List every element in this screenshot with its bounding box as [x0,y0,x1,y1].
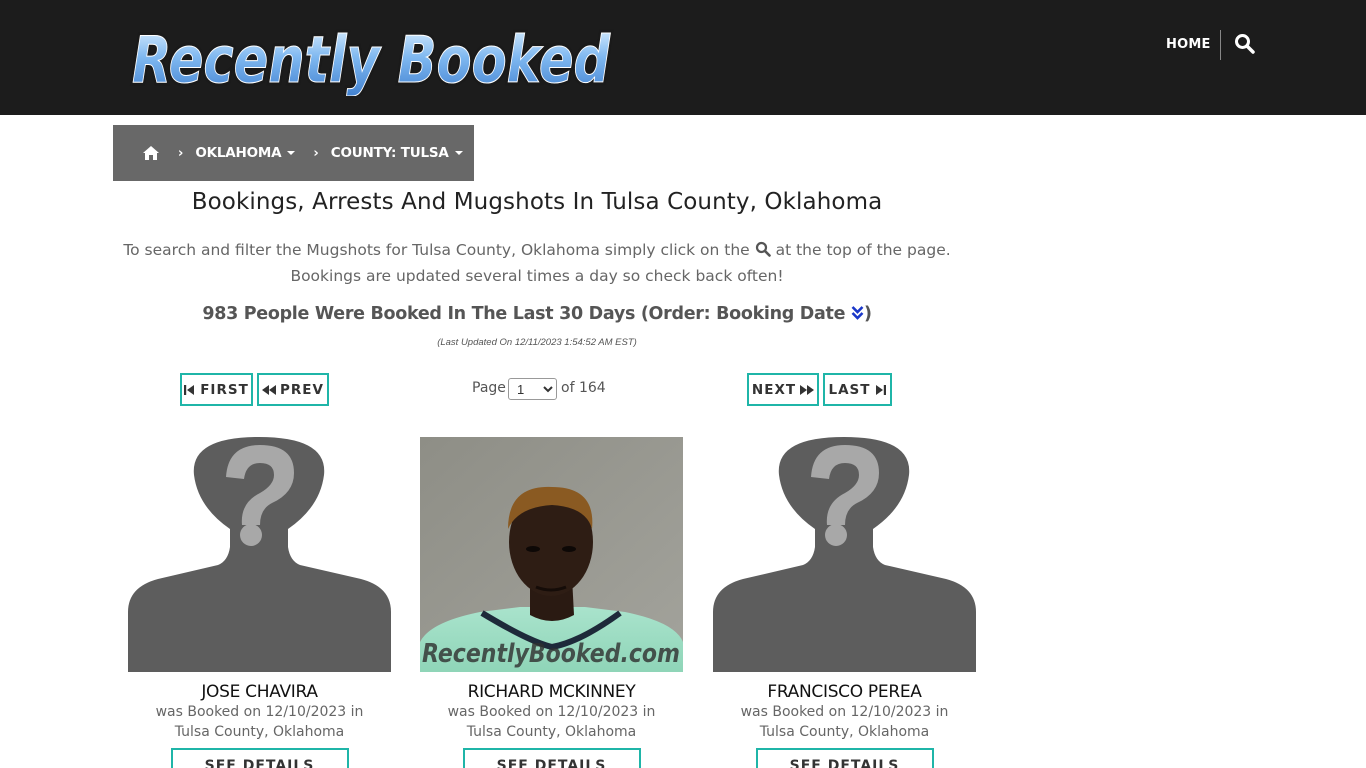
first-label: FIRST [200,381,249,398]
booked-location: Tulsa County, Oklahoma [174,724,345,740]
booking-count-text: 983 People Were Booked In The Last 30 Da… [202,304,846,324]
nav-divider [1220,30,1221,60]
last-label: LAST [828,381,871,398]
placeholder-photo[interactable] [128,437,391,672]
breadcrumb-state-dropdown[interactable]: OKLAHOMA [195,145,296,161]
step-backward-icon [184,384,195,395]
booking-count-close: ) [863,304,872,324]
breadcrumb-county-dropdown[interactable]: COUNTY: TULSA [331,145,463,161]
unknown-person-icon [713,437,976,672]
see-details-button[interactable]: SEE DETAILS [755,748,934,768]
mugshot-image: RecentlyBooked.com [420,437,683,672]
person-name[interactable]: FRANCISCO PEREA [713,682,976,702]
svg-text:RecentlyBooked.com: RecentlyBooked.com [422,639,680,669]
first-page-button[interactable]: FIRST [180,373,253,406]
booked-date: was Booked on 12/10/2023 in [740,704,949,720]
placeholder-photo[interactable] [713,437,976,672]
person-name[interactable]: RICHARD MCKINNEY [420,682,683,702]
caret-down-icon [454,151,463,155]
booked-location: Tulsa County, Oklahoma [759,724,930,740]
intro-line2: Bookings are updated several times a day… [290,267,784,285]
booked-location: Tulsa County, Oklahoma [466,724,637,740]
last-page-button[interactable]: LAST [823,373,892,406]
booking-count: 983 People Were Booked In The Last 30 Da… [113,304,961,324]
page-total: of 164 [561,380,606,396]
site-logo[interactable]: Recently Booked Recently Booked [126,18,616,97]
see-details-button[interactable]: SEE DETAILS [462,748,641,768]
unknown-person-icon [128,437,391,672]
next-page-button[interactable]: NEXT [747,373,819,406]
breadcrumb-county-label: COUNTY: TULSA [330,145,449,161]
intro-text: To search and filter the Mugshots for Tu… [113,237,961,289]
caret-down-icon [287,151,296,155]
page-select[interactable]: 1 [508,378,557,400]
booking-card[interactable]: RecentlyBooked.com RICHARD MCKINNEY was … [420,437,683,768]
page-label: Page [472,380,506,396]
site-header: Recently Booked Recently Booked HOME [0,0,1366,115]
booked-date: was Booked on 12/10/2023 in [447,704,656,720]
mugshot-photo[interactable]: RecentlyBooked.com [420,437,683,672]
search-icon[interactable] [1234,33,1256,55]
chevron-right-icon: › [178,145,184,161]
booking-card[interactable]: JOSE CHAVIRA was Booked on 12/10/2023 in… [128,437,391,768]
person-name[interactable]: JOSE CHAVIRA [128,682,391,702]
intro-line1-end: at the top of the page. [775,241,951,259]
forward-icon [800,384,815,395]
next-label: NEXT [751,381,797,398]
prev-page-button[interactable]: PREV [257,373,329,406]
prev-label: PREV [280,381,324,398]
nav-home-link[interactable]: HOME [1160,36,1217,54]
booked-date: was Booked on 12/10/2023 in [155,704,364,720]
home-icon[interactable] [142,145,160,161]
double-chevron-down-icon[interactable] [851,305,864,321]
booking-card[interactable]: FRANCISCO PEREA was Booked on 12/10/2023… [713,437,976,768]
page-title: Bookings, Arrests And Mugshots In Tulsa … [191,189,883,215]
intro-line1-start: To search and filter the Mugshots for Tu… [123,241,750,259]
backward-icon [262,384,277,395]
svg-text:Recently Booked: Recently Booked [132,24,611,96]
search-icon [755,239,771,257]
breadcrumb-state-label: OKLAHOMA [195,145,282,161]
see-details-button[interactable]: SEE DETAILS [170,748,349,768]
chevron-right-icon: › [313,145,319,161]
breadcrumb: › OKLAHOMA › COUNTY: TULSA [113,125,474,181]
last-updated: (Last Updated On 12/11/2023 1:54:52 AM E… [437,337,637,348]
step-forward-icon [876,384,887,395]
